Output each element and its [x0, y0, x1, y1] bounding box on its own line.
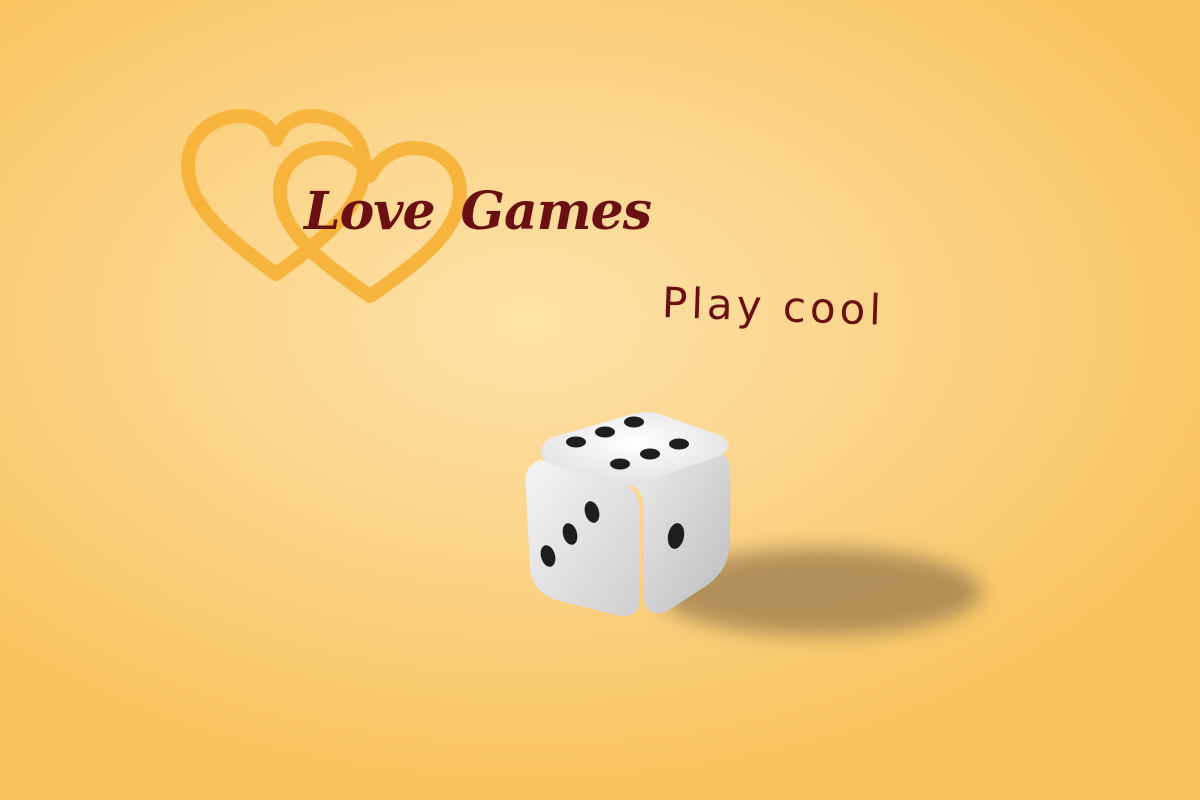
tagline: Play cool	[661, 278, 886, 335]
die-icon	[525, 412, 982, 636]
splash-screen: Love Games Play cool	[0, 0, 1200, 800]
game-title: Love Games	[304, 186, 652, 238]
title-word-games: Games	[460, 181, 652, 242]
title-word-love: Love	[304, 181, 436, 242]
